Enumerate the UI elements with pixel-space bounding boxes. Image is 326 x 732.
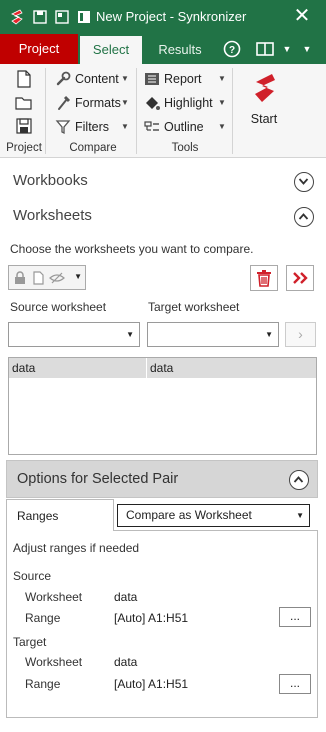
chevron-down-icon: ▼ xyxy=(121,98,129,107)
chevron-down-icon: ▼ xyxy=(121,122,129,131)
ribbon: Project Content ▼ Formats ▼ Filters ▼ Co… xyxy=(0,64,326,158)
add-pair-button[interactable]: › xyxy=(285,322,316,347)
title-bar: New Project - Synkronizer ✕ xyxy=(0,0,326,34)
hidden-eye-icon xyxy=(49,272,65,284)
target-heading: Target xyxy=(13,635,47,649)
paint-bucket-icon xyxy=(146,97,160,110)
workbooks-section[interactable]: Workbooks xyxy=(0,164,326,198)
open-folder-icon[interactable] xyxy=(15,95,33,111)
funnel-icon xyxy=(55,120,71,135)
window-title: New Project - Synkronizer xyxy=(96,9,247,24)
table-row[interactable]: data data xyxy=(9,358,316,378)
double-chevron-right-icon xyxy=(293,272,308,284)
formats-button[interactable]: Formats ▼ xyxy=(55,92,131,114)
chevron-down-icon[interactable]: ▼ xyxy=(300,38,314,60)
save-icon[interactable] xyxy=(32,8,48,26)
section-title: Worksheets xyxy=(13,207,92,224)
ribbon-tabs: Project Select Results ? ▼ ▼ xyxy=(0,34,326,64)
help-icon[interactable]: ? xyxy=(222,38,242,60)
report-button[interactable]: Report ▼ xyxy=(144,68,226,90)
expand-toggle-button[interactable] xyxy=(294,172,314,192)
filters-button[interactable]: Filters ▼ xyxy=(55,116,131,138)
save-icon[interactable] xyxy=(16,118,32,134)
compare-mode-select[interactable]: Compare as Worksheet ▼ xyxy=(117,504,310,527)
worksheet-pairs-table: data data xyxy=(8,357,317,455)
tab-ranges[interactable]: Ranges xyxy=(6,499,114,531)
worksheets-section[interactable]: Worksheets xyxy=(0,199,326,233)
source-worksheet-label: Worksheet xyxy=(25,590,83,604)
close-icon[interactable]: ✕ xyxy=(292,5,312,27)
source-range-label: Range xyxy=(25,611,61,625)
ribbon-separator xyxy=(232,68,233,154)
add-all-pairs-button[interactable] xyxy=(286,265,314,291)
synkronizer-start-icon xyxy=(255,74,275,102)
outline-icon xyxy=(144,121,159,131)
delete-pair-button[interactable] xyxy=(250,265,278,291)
chevron-down-icon: ▼ xyxy=(296,511,304,520)
target-range-label: Range xyxy=(25,677,61,691)
target-cell: data xyxy=(150,361,174,375)
lock-icon xyxy=(15,271,25,284)
ribbon-separator xyxy=(45,68,46,154)
source-range-browse-button[interactable]: ... xyxy=(279,607,311,627)
chevron-down-icon: ▼ xyxy=(265,330,273,339)
target-range-value: [Auto] A1:H51 xyxy=(114,677,189,691)
document-icon xyxy=(33,271,44,285)
worksheets-description: Choose the worksheets you want to compar… xyxy=(10,242,254,256)
chevron-down-icon: ▼ xyxy=(218,98,226,107)
group-label-project: Project xyxy=(6,142,42,154)
section-title: Options for Selected Pair xyxy=(17,471,179,487)
collapse-toggle-button[interactable] xyxy=(294,207,314,227)
svg-text:?: ? xyxy=(229,45,235,56)
view-options-dropdown[interactable]: ▼ xyxy=(8,265,86,290)
target-range-browse-button[interactable]: ... xyxy=(279,674,311,694)
chevron-down-icon[interactable]: ▼ xyxy=(280,38,294,60)
report-icon xyxy=(145,73,159,85)
chevron-up-icon xyxy=(293,476,304,483)
options-section[interactable]: Options for Selected Pair xyxy=(6,460,318,498)
chevron-up-icon xyxy=(298,213,309,220)
source-cell: data xyxy=(9,358,147,378)
chevron-down-icon xyxy=(298,178,309,185)
source-range-value: [Auto] A1:H51 xyxy=(114,611,189,625)
start-button[interactable]: Start xyxy=(242,68,286,126)
source-worksheet-value: data xyxy=(114,590,138,604)
customize-toolbar-icon[interactable] xyxy=(76,8,92,26)
target-worksheet-value: data xyxy=(114,655,138,669)
section-title: Workbooks xyxy=(13,172,88,189)
collapse-toggle-button[interactable] xyxy=(289,470,309,490)
tab-project[interactable]: Project xyxy=(0,34,78,64)
layout-icon[interactable] xyxy=(254,38,276,60)
content-button[interactable]: Content ▼ xyxy=(55,68,131,90)
source-worksheet-label: Source worksheet xyxy=(10,300,107,314)
group-label-tools: Tools xyxy=(171,142,199,154)
new-file-icon[interactable] xyxy=(16,70,32,88)
target-worksheet-select[interactable]: ▼ xyxy=(147,322,279,347)
source-worksheet-select[interactable]: ▼ xyxy=(8,322,140,347)
ranges-hint: Adjust ranges if needed xyxy=(13,541,140,555)
synkronizer-logo-icon[interactable] xyxy=(8,8,24,26)
chevron-down-icon: ▼ xyxy=(126,330,134,339)
brush-icon xyxy=(58,95,71,110)
target-worksheet-label: Target worksheet xyxy=(148,300,240,314)
chevron-down-icon: ▼ xyxy=(121,74,129,83)
chevron-down-icon: ▼ xyxy=(74,272,82,281)
chevron-down-icon: ▼ xyxy=(218,74,226,83)
tab-results[interactable]: Results xyxy=(148,36,212,64)
outline-button[interactable]: Outline ▼ xyxy=(144,116,226,138)
highlight-button[interactable]: Highlight ▼ xyxy=(144,92,226,114)
chevron-down-icon: ▼ xyxy=(218,122,226,131)
tab-select[interactable]: Select xyxy=(80,36,142,64)
wrench-icon xyxy=(56,71,71,86)
group-label-compare: Compare xyxy=(69,142,117,154)
trash-icon xyxy=(257,270,271,287)
ribbon-separator xyxy=(136,68,137,154)
target-worksheet-label: Worksheet xyxy=(25,655,83,669)
source-heading: Source xyxy=(13,569,52,583)
document-icon[interactable] xyxy=(54,8,70,26)
